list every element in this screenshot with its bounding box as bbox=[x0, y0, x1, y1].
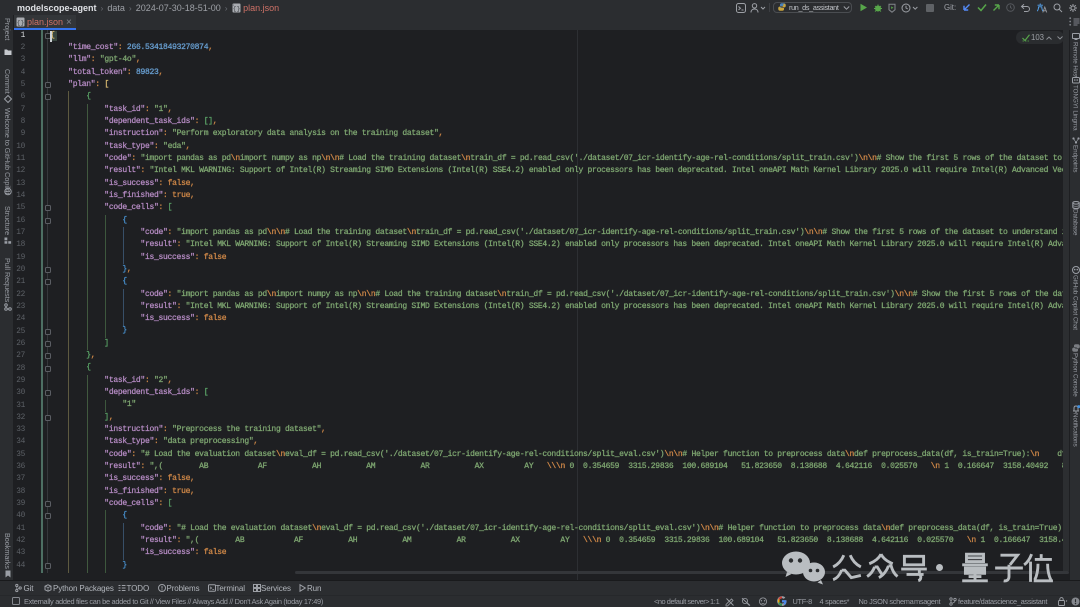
svg-text:{}: {} bbox=[17, 20, 25, 27]
svg-text:{}: {} bbox=[232, 6, 240, 13]
